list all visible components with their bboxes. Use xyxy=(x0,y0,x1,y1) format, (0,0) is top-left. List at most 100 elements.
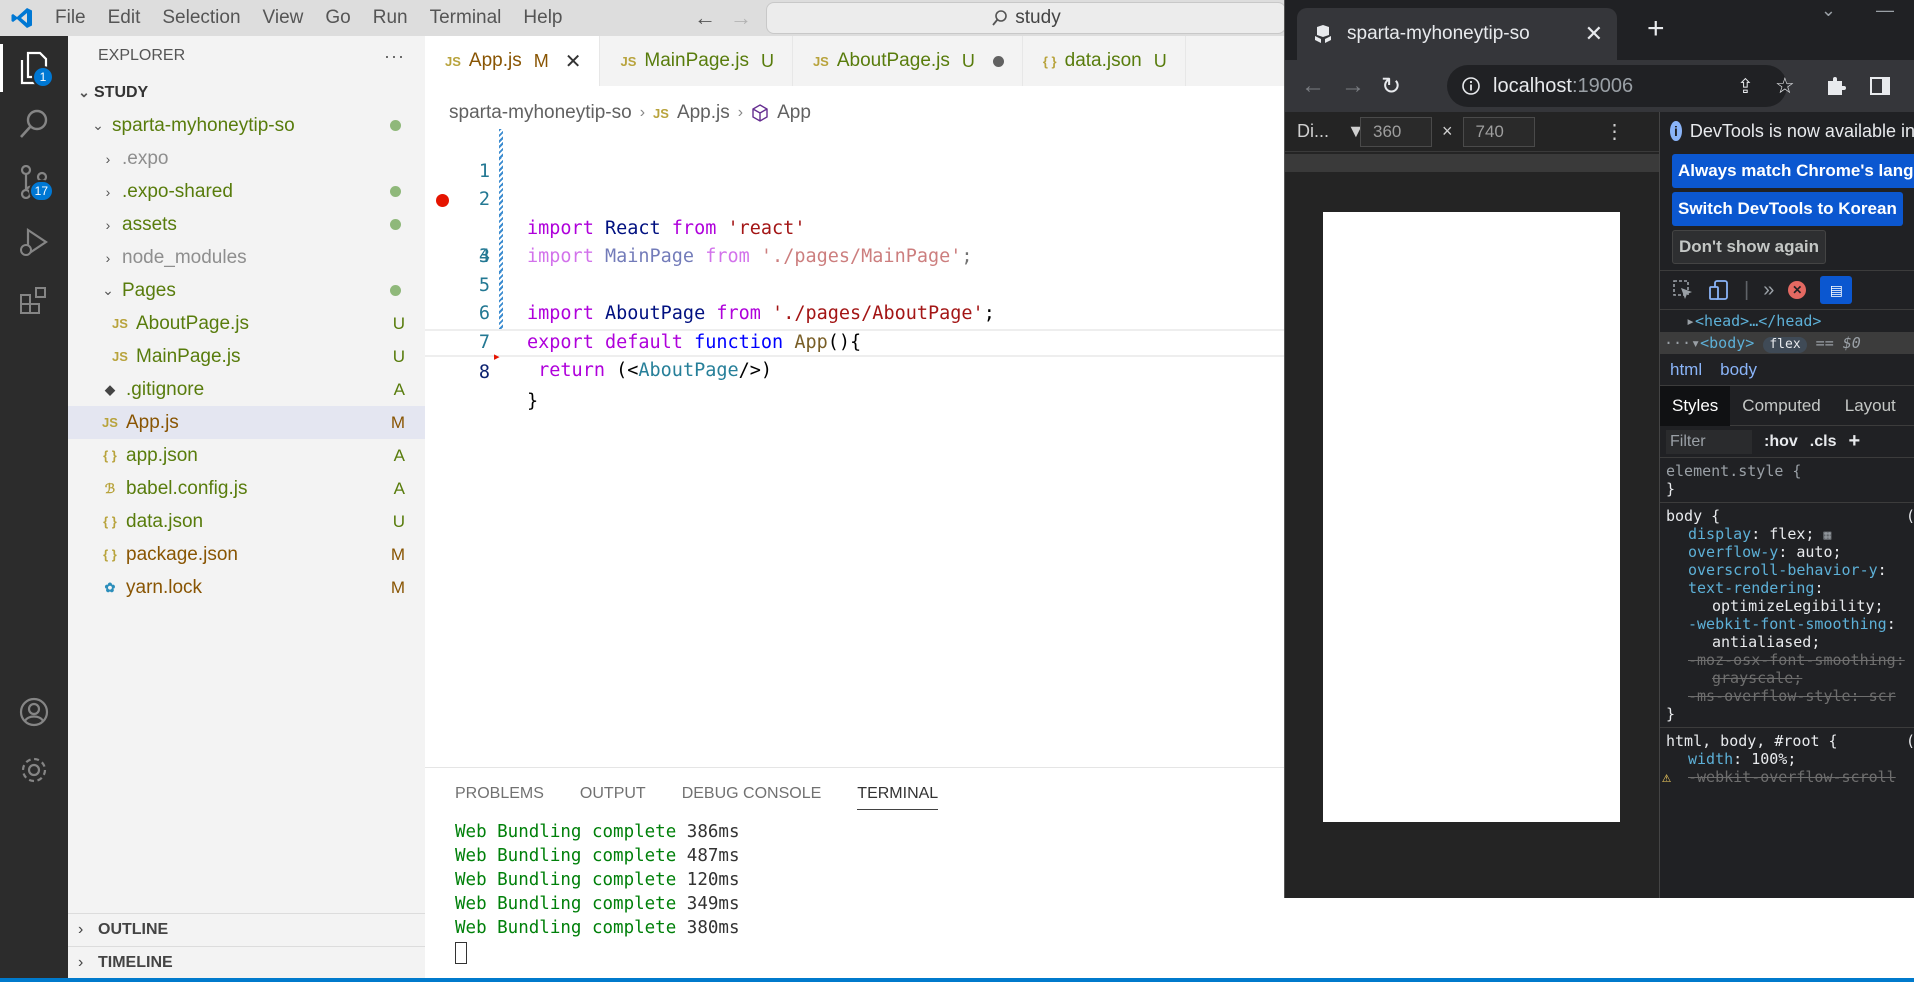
crumb-body[interactable]: body xyxy=(1720,360,1757,380)
more-options-icon[interactable]: ⋮ xyxy=(1605,119,1625,144)
styles-filter-input[interactable]: Filter xyxy=(1666,429,1752,454)
device-toolbar-icon[interactable] xyxy=(1708,279,1730,301)
flex-editor-icon[interactable]: ▦ xyxy=(1823,528,1831,543)
address-bar[interactable]: localhost:19006 xyxy=(1447,65,1787,107)
menu-file[interactable]: File xyxy=(44,0,97,36)
cls-toggle[interactable]: .cls xyxy=(1810,433,1837,451)
more-tabs-icon[interactable]: » xyxy=(1763,279,1774,302)
new-tab-icon[interactable]: + xyxy=(1647,12,1665,46)
terminal-line: Web Bundling complete 120ms xyxy=(455,868,1284,892)
source-control-activity[interactable]: 17 xyxy=(0,150,68,214)
height-input[interactable]: 740 xyxy=(1462,116,1535,147)
menu-help[interactable]: Help xyxy=(512,0,573,36)
tree-folder[interactable]: › assets xyxy=(68,208,425,241)
inspect-element-icon[interactable] xyxy=(1672,279,1694,301)
tree-file[interactable]: ℬbabel.config.js A xyxy=(68,472,425,505)
device-viewport[interactable] xyxy=(1323,212,1620,822)
breadcrumb-folder[interactable]: sparta-myhoneytip-so xyxy=(449,102,632,124)
share-icon[interactable]: ⇪ xyxy=(1737,60,1754,112)
code-editor[interactable]: 1 import React from 'react' 2 import Mai… xyxy=(425,129,1284,412)
tab-problems[interactable]: PROBLEMS xyxy=(455,785,544,803)
breadcrumb-symbol[interactable]: App xyxy=(777,102,811,124)
dont-show-again-button[interactable]: Don't show again xyxy=(1672,230,1827,264)
close-tab-icon[interactable]: ✕ xyxy=(1585,21,1603,47)
accounts-activity[interactable] xyxy=(0,680,68,744)
tab-terminal[interactable]: TERMINAL xyxy=(857,785,939,810)
tree-folder[interactable]: › .expo-shared xyxy=(68,175,425,208)
search-activity[interactable] xyxy=(0,92,68,156)
extensions-puzzle-icon[interactable] xyxy=(1825,60,1847,112)
tab-debug-console[interactable]: DEBUG CONSOLE xyxy=(682,785,822,803)
tree-file[interactable]: JS AboutPage.js U xyxy=(68,307,425,340)
editor-tabs: JS App.js M ✕ JS MainPage.js U JS AboutPage.js U{… xyxy=(425,36,1284,86)
breadcrumb-file[interactable]: App.js xyxy=(677,102,730,124)
messages-icon[interactable]: ▤ xyxy=(1820,276,1853,304)
menu-edit[interactable]: Edit xyxy=(97,0,152,36)
tree-file[interactable]: { } package.json M xyxy=(68,538,425,571)
command-center-search[interactable]: study xyxy=(766,2,1286,34)
menu-terminal[interactable]: Terminal xyxy=(419,0,513,36)
timeline-section[interactable]: › TIMELINE xyxy=(68,946,425,979)
dom-body-node[interactable]: ···▾<body> flex == $0 xyxy=(1660,332,1914,354)
browser-tab[interactable]: sparta-myhoneytip-so ✕ xyxy=(1297,8,1617,60)
new-rule-button[interactable]: + xyxy=(1848,430,1860,453)
forward-icon[interactable]: → xyxy=(1341,60,1365,112)
tree-folder[interactable]: ⌄ Pages xyxy=(68,274,425,307)
manage-activity[interactable] xyxy=(0,738,68,802)
dom-head-node[interactable]: ▸<head>…</head> xyxy=(1660,310,1914,332)
terminal[interactable]: Web Bundling complete 386ms Web Bundling… xyxy=(425,820,1284,964)
tree-file[interactable]: { } data.json U xyxy=(68,505,425,538)
explorer-activity[interactable]: 1 xyxy=(0,36,68,100)
extensions-activity[interactable] xyxy=(0,268,68,332)
minimize-icon[interactable]: — xyxy=(1876,0,1894,21)
error-count-icon[interactable]: ✕ xyxy=(1788,281,1807,299)
menu-selection[interactable]: Selection xyxy=(151,0,251,36)
tree-file[interactable]: JS App.js M xyxy=(68,406,425,439)
tab-styles[interactable]: Styles xyxy=(1660,385,1731,426)
crumb-html[interactable]: html xyxy=(1670,360,1702,380)
close-icon[interactable]: ✕ xyxy=(565,49,582,74)
hov-toggle[interactable]: :hov xyxy=(1764,433,1798,451)
back-arrow-icon[interactable]: ← xyxy=(694,5,716,31)
editor-tab[interactable]: JS MainPage.js U xyxy=(600,36,793,86)
side-panel-icon[interactable] xyxy=(1869,60,1891,112)
menu-view[interactable]: View xyxy=(252,0,315,36)
always-match-language-button[interactable]: Always match Chrome's langu xyxy=(1672,154,1914,188)
flex-badge[interactable]: flex xyxy=(1763,337,1807,353)
tree-folder[interactable]: › .expo xyxy=(68,142,425,175)
code-token: return xyxy=(527,360,605,381)
reload-icon[interactable]: ↻ xyxy=(1381,60,1401,112)
editor-tab[interactable]: { } data.json U xyxy=(1023,36,1186,86)
tree-folder[interactable]: ⌄ sparta-myhoneytip-so xyxy=(68,109,425,142)
tab-computed[interactable]: Computed xyxy=(1730,386,1832,426)
tree-file[interactable]: { } app.json A xyxy=(68,439,425,472)
workspace-root[interactable]: ⌄ STUDY xyxy=(68,76,425,109)
tree-file[interactable]: JS MainPage.js U xyxy=(68,340,425,373)
device-select[interactable]: Di... ▼ xyxy=(1285,121,1365,142)
menu-go[interactable]: Go xyxy=(314,0,361,36)
unsaved-dot-icon[interactable] xyxy=(992,55,1004,67)
editor-tab[interactable]: JS App.js M ✕ xyxy=(425,36,601,86)
outline-label: OUTLINE xyxy=(98,921,169,938)
switch-to-korean-button[interactable]: Switch DevTools to Korean xyxy=(1672,192,1903,226)
menu-run[interactable]: Run xyxy=(362,0,419,36)
tree-item-label: data.json xyxy=(126,510,204,532)
outline-section[interactable]: › OUTLINE xyxy=(68,913,425,946)
breakpoint-icon[interactable] xyxy=(436,194,449,207)
tree-file[interactable]: ◆ .gitignore A xyxy=(68,373,425,406)
bookmark-star-icon[interactable]: ☆ xyxy=(1775,60,1795,112)
editor-tab[interactable]: JS AboutPage.js U xyxy=(793,36,1023,86)
tree-file[interactable]: ✿ yarn.lock M xyxy=(68,571,425,604)
tab-search-icon[interactable]: ⌄ xyxy=(1821,0,1836,21)
forward-arrow-icon[interactable]: → xyxy=(730,5,752,31)
tree-folder[interactable]: › node_modules xyxy=(68,241,425,274)
tab-output[interactable]: OUTPUT xyxy=(580,785,646,803)
width-input[interactable]: 360 xyxy=(1360,116,1432,147)
code-token: } xyxy=(527,390,539,412)
run-debug-activity[interactable] xyxy=(0,210,68,274)
tab-layout[interactable]: Layout xyxy=(1833,386,1908,426)
git-status-badge: M xyxy=(533,50,549,71)
back-icon[interactable]: ← xyxy=(1301,60,1325,112)
more-actions-icon[interactable]: ··· xyxy=(384,46,405,67)
git-status-badge: M xyxy=(390,544,405,564)
